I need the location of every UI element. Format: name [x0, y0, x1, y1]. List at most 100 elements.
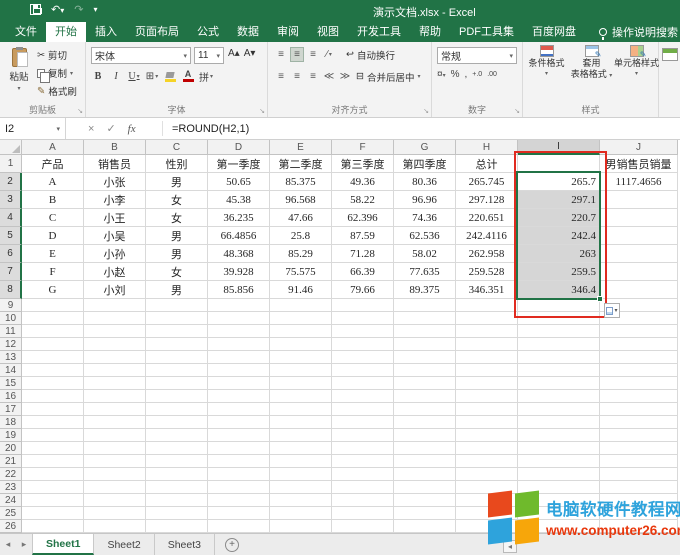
fill-color-button[interactable]	[163, 69, 177, 84]
cell-H1[interactable]: 总计	[456, 155, 518, 173]
cell-B15[interactable]	[84, 377, 146, 390]
cell-D2[interactable]: 50.65	[208, 173, 270, 191]
cell-A23[interactable]	[22, 481, 84, 494]
cell-D6[interactable]: 48.368	[208, 245, 270, 263]
row-header-11[interactable]: 11	[0, 325, 22, 338]
decrease-decimal-button[interactable]: .00	[487, 71, 497, 78]
cell-E16[interactable]	[270, 390, 332, 403]
cell-A12[interactable]	[22, 338, 84, 351]
cell-J11[interactable]	[600, 325, 678, 338]
cell-C26[interactable]	[146, 520, 208, 533]
borders-button[interactable]: ⊞▾	[145, 69, 159, 84]
cell-J21[interactable]	[600, 455, 678, 468]
cell-F2[interactable]: 49.36	[332, 173, 394, 191]
format-as-table-button[interactable]: 套用 表格格式 ▾	[569, 45, 614, 81]
row-header-23[interactable]: 23	[0, 481, 22, 494]
customize-qat-icon[interactable]: ▾	[93, 5, 97, 14]
cell-E25[interactable]	[270, 507, 332, 520]
cell-E20[interactable]	[270, 442, 332, 455]
cell-F22[interactable]	[332, 468, 394, 481]
cell-H11[interactable]	[456, 325, 518, 338]
underline-button[interactable]: U▾	[127, 69, 141, 84]
cell-I21[interactable]	[518, 455, 600, 468]
accounting-format-button[interactable]: ¤▾	[437, 69, 446, 80]
cell-J12[interactable]	[600, 338, 678, 351]
column-header-F[interactable]: F	[332, 140, 394, 155]
cell-A2[interactable]: A	[22, 173, 84, 191]
percent-style-button[interactable]: %	[451, 69, 460, 80]
insert-function-icon[interactable]: fx	[128, 123, 136, 135]
cell-E7[interactable]: 75.575	[270, 263, 332, 281]
cell-B6[interactable]: 小孙	[84, 245, 146, 263]
italic-button[interactable]: I	[109, 69, 123, 84]
align-right-button[interactable]: ≡	[306, 69, 320, 84]
cell-G19[interactable]	[394, 429, 456, 442]
cell-F23[interactable]	[332, 481, 394, 494]
row-header-24[interactable]: 24	[0, 494, 22, 507]
cell-H7[interactable]: 259.528	[456, 263, 518, 281]
cell-G2[interactable]: 80.36	[394, 173, 456, 191]
cell-C9[interactable]	[146, 299, 208, 312]
cell-F5[interactable]: 87.59	[332, 227, 394, 245]
align-top-button[interactable]: ≡	[274, 47, 288, 62]
column-header-G[interactable]: G	[394, 140, 456, 155]
cell-H15[interactable]	[456, 377, 518, 390]
merge-center-button[interactable]: ⊟ 合并后居中 ▾	[356, 70, 421, 84]
cell-C18[interactable]	[146, 416, 208, 429]
cell-D15[interactable]	[208, 377, 270, 390]
cell-A4[interactable]: C	[22, 209, 84, 227]
cell-F25[interactable]	[332, 507, 394, 520]
cell-B22[interactable]	[84, 468, 146, 481]
cell-A11[interactable]	[22, 325, 84, 338]
cell-F14[interactable]	[332, 364, 394, 377]
redo-icon[interactable]: ↷	[74, 3, 83, 16]
cell-C20[interactable]	[146, 442, 208, 455]
cell-B23[interactable]	[84, 481, 146, 494]
cell-F20[interactable]	[332, 442, 394, 455]
column-header-E[interactable]: E	[270, 140, 332, 155]
cell-J13[interactable]	[600, 351, 678, 364]
ribbon-tab-data[interactable]: 数据	[228, 22, 268, 42]
decrease-indent-button[interactable]: ≪	[322, 69, 336, 84]
formula-input[interactable]: =ROUND(H2,1)	[172, 118, 249, 139]
grow-font-button[interactable]: A▴	[228, 48, 240, 59]
name-box[interactable]: I2▾	[0, 118, 66, 139]
row-header-19[interactable]: 19	[0, 429, 22, 442]
font-name-combo[interactable]: 宋体▾	[91, 47, 191, 64]
cell-E24[interactable]	[270, 494, 332, 507]
row-header-3[interactable]: 3	[0, 191, 22, 209]
cell-D12[interactable]	[208, 338, 270, 351]
cell-G24[interactable]	[394, 494, 456, 507]
cell-G12[interactable]	[394, 338, 456, 351]
row-header-7[interactable]: 7	[0, 263, 22, 281]
cell-G8[interactable]: 89.375	[394, 281, 456, 299]
cell-B25[interactable]	[84, 507, 146, 520]
cell-E22[interactable]	[270, 468, 332, 481]
cell-E1[interactable]: 第二季度	[270, 155, 332, 173]
cell-C2[interactable]: 男	[146, 173, 208, 191]
cell-E12[interactable]	[270, 338, 332, 351]
ribbon-tab-pdf-tools[interactable]: PDF工具集	[450, 22, 523, 42]
cell-B8[interactable]: 小刘	[84, 281, 146, 299]
cell-C23[interactable]	[146, 481, 208, 494]
row-header-13[interactable]: 13	[0, 351, 22, 364]
cell-F11[interactable]	[332, 325, 394, 338]
cell-B19[interactable]	[84, 429, 146, 442]
cell-E8[interactable]: 91.46	[270, 281, 332, 299]
cell-B1[interactable]: 销售员	[84, 155, 146, 173]
row-header-12[interactable]: 12	[0, 338, 22, 351]
cell-A16[interactable]	[22, 390, 84, 403]
cell-D8[interactable]: 85.856	[208, 281, 270, 299]
cell-E19[interactable]	[270, 429, 332, 442]
cell-H10[interactable]	[456, 312, 518, 325]
cell-F10[interactable]	[332, 312, 394, 325]
cell-B20[interactable]	[84, 442, 146, 455]
ribbon-tab-file[interactable]: 文件	[6, 22, 46, 42]
cell-styles-button[interactable]: 单元格样式 ▾	[614, 45, 659, 79]
cell-I12[interactable]	[518, 338, 600, 351]
cell-C10[interactable]	[146, 312, 208, 325]
cell-H6[interactable]: 262.958	[456, 245, 518, 263]
cell-G6[interactable]: 58.02	[394, 245, 456, 263]
row-header-2[interactable]: 2	[0, 173, 22, 191]
column-header-H[interactable]: H	[456, 140, 518, 155]
